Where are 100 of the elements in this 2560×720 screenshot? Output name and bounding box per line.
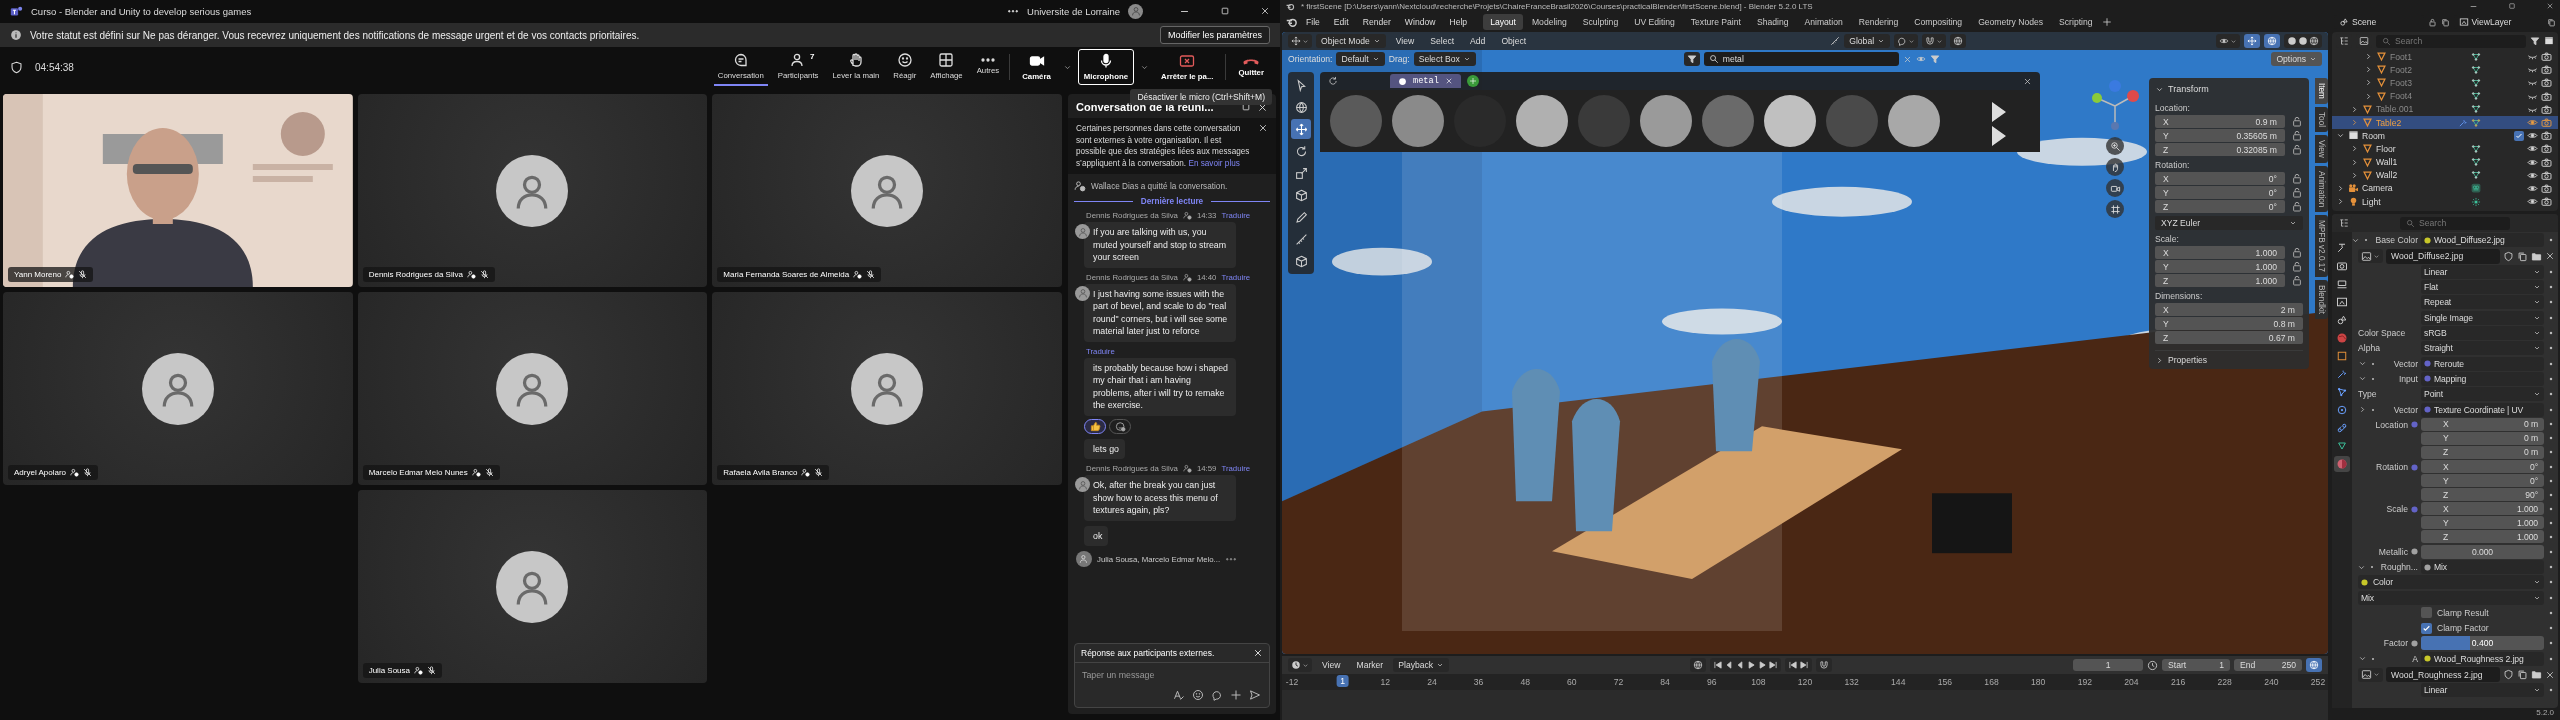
menu-item[interactable]: Help xyxy=(1443,15,1474,29)
slider[interactable]: 0.400 xyxy=(2421,636,2544,651)
message-bubble: I just having some issues with the part of bevel, and scale to do "real round" corners, but i will see some material later just to reforce xyxy=(1084,283,1236,342)
outliner-row[interactable]: Wall2 xyxy=(2332,168,2558,182)
outliner-row[interactable]: Room xyxy=(2332,129,2558,143)
socket-link-field[interactable]: Wood_Diffuse2.jpg xyxy=(2421,233,2544,248)
frame-number: 132 xyxy=(1844,677,1859,687)
learn-more-link[interactable]: En savoir plus xyxy=(1188,158,1240,168)
dropdown[interactable]: Point xyxy=(2421,387,2544,402)
socket-link-field[interactable]: Texture Coordinate | UV xyxy=(2421,402,2544,417)
workspace-tab[interactable]: Sculpting xyxy=(1575,14,1626,30)
outliner-row[interactable]: Foot2 xyxy=(2332,63,2558,77)
socket-link-field[interactable]: Mapping xyxy=(2421,371,2544,386)
socket-label: Vector xyxy=(2393,358,2418,369)
field-label: Metallic xyxy=(2378,546,2408,557)
participant-count: 7 xyxy=(810,51,815,61)
reply-notice: Réponse aux participants externes. xyxy=(1081,648,1215,658)
settings-button[interactable]: Modifier les paramètres xyxy=(1159,26,1270,44)
workspace-tab[interactable]: Rendering xyxy=(1851,14,1906,30)
frame-number: 120 xyxy=(1797,677,1813,687)
playhead[interactable]: 1 xyxy=(1336,675,1349,687)
workspace-tab[interactable]: Modeling xyxy=(1524,14,1574,30)
frame-number: 240 xyxy=(2264,677,2279,687)
version-label: 5.2.0 xyxy=(2535,708,2555,719)
workspace-tab[interactable]: Animation xyxy=(1797,14,1850,30)
outliner-row[interactable]: Camera xyxy=(2332,181,2558,196)
dropdown[interactable]: Mix xyxy=(2358,590,2544,605)
number-field[interactable]: Y 1.000 xyxy=(2421,516,2544,530)
number-field[interactable]: 0.000 xyxy=(2421,544,2544,559)
outliner-row[interactable]: Light xyxy=(2332,195,2558,209)
outliner-row[interactable]: Foot3 xyxy=(2332,76,2558,90)
workspace-tab[interactable]: UV Editing xyxy=(1627,14,1682,30)
search-field[interactable]: Search xyxy=(2400,216,2510,230)
menu-item[interactable]: File xyxy=(1300,15,1326,29)
playback-dropdown[interactable]: Playback xyxy=(1393,658,1450,672)
dropdown[interactable]: Linear xyxy=(2421,264,2544,279)
participant-name: Julia Sousa xyxy=(368,666,410,675)
menu-item[interactable]: Render xyxy=(1356,15,1397,29)
dropdown[interactable]: Color xyxy=(2358,575,2544,590)
socket-link-field[interactable]: Reroute xyxy=(2421,356,2544,371)
object-name: Room xyxy=(2362,130,2386,141)
workspace-tab[interactable]: Shading xyxy=(1749,14,1796,30)
number-field[interactable]: X 0 m xyxy=(2421,417,2544,431)
workspace-tab[interactable]: Texture Paint xyxy=(1683,14,1748,30)
object-name: Table2 xyxy=(2376,117,2403,128)
dropdown[interactable]: Single Image xyxy=(2421,310,2544,325)
dropdown[interactable]: Straight xyxy=(2421,341,2544,356)
outliner-row[interactable]: Table2 xyxy=(2332,115,2558,130)
menu-item[interactable]: View xyxy=(1316,658,1347,672)
number-field[interactable]: X 0° xyxy=(2421,460,2544,474)
dropdown[interactable]: Linear xyxy=(2421,683,2544,698)
field-label: Scale xyxy=(2386,504,2408,515)
image-name-field[interactable]: Wood_Diffuse2.jpg xyxy=(2386,248,2500,264)
compose-box[interactable]: Réponse aux participants externes. Taper un message xyxy=(1074,643,1270,708)
checkbox-label: Clamp Factor xyxy=(2437,623,2489,634)
last-read-divider: Dernière lecture xyxy=(1074,197,1270,206)
object-name: Foot2 xyxy=(2390,64,2413,75)
socket-label: Roughn... xyxy=(2380,562,2418,572)
image-name-field[interactable]: Wood_Roughness 2.jpg xyxy=(2386,667,2500,683)
workspace-tab[interactable]: Compositing xyxy=(1907,14,1970,30)
menu-item[interactable]: Marker xyxy=(1350,658,1390,672)
menu-item[interactable]: Window xyxy=(1398,15,1442,29)
outliner-row[interactable]: Foot1 xyxy=(2332,50,2558,64)
number-field[interactable]: Y 0 m xyxy=(2421,431,2544,445)
workspace-tab[interactable]: Geometry Nodes xyxy=(1971,14,2051,30)
frame-number: 252 xyxy=(2310,677,2326,687)
end-frame-field[interactable]: End 250 xyxy=(2234,659,2302,671)
start-frame-field[interactable]: Start 1 xyxy=(2162,659,2230,671)
object-name: Foot4 xyxy=(2390,91,2413,102)
workspace-tab[interactable]: Scripting xyxy=(2052,14,2100,30)
outliner-row[interactable]: Wall1 xyxy=(2332,155,2558,169)
object-name: Light xyxy=(2362,196,2382,207)
number-field[interactable]: Z 90° xyxy=(2421,488,2544,502)
outliner-row[interactable]: Foot4 xyxy=(2332,89,2558,103)
frame-number: 204 xyxy=(2124,677,2139,687)
outliner-row[interactable]: Table.001 xyxy=(2332,102,2558,116)
field-label: Location xyxy=(2375,419,2408,430)
menu-item[interactable]: Edit xyxy=(1327,15,1355,29)
frame-number: 60 xyxy=(1567,677,1577,687)
number-field[interactable]: Z 0 m xyxy=(2421,445,2544,459)
socket-link-field[interactable]: Wood_Roughness 2.jpg xyxy=(2421,651,2544,666)
number-field[interactable]: Y 0° xyxy=(2421,474,2544,488)
frame-number: 180 xyxy=(2031,677,2046,687)
participant-name: Marcelo Edmar Melo Nunes xyxy=(368,468,468,477)
socket-link-field[interactable]: Mix xyxy=(2421,560,2544,574)
number-field[interactable]: X 1.000 xyxy=(2421,502,2544,516)
dropdown[interactable]: Flat xyxy=(2421,280,2544,295)
socket-label: Vector xyxy=(2393,404,2418,415)
message-input[interactable]: Taper un message xyxy=(1075,663,1269,686)
workspace-tab[interactable]: Layout xyxy=(1483,14,1523,30)
frame-number: 48 xyxy=(1520,677,1530,687)
frame-number: 192 xyxy=(2077,677,2092,687)
search-field[interactable]: Search xyxy=(2376,34,2526,48)
number-field[interactable]: Z 1.000 xyxy=(2421,530,2544,544)
frame-number: -12 xyxy=(1285,677,1299,687)
current-frame-field[interactable]: 1 xyxy=(2073,659,2143,671)
outliner-row[interactable]: Floor xyxy=(2332,142,2558,156)
dropdown[interactable]: sRGB xyxy=(2421,326,2544,341)
dropdown[interactable]: Repeat xyxy=(2421,295,2544,310)
message-bubble: If you are talking with us, you muted yourself and stop to stream your screen xyxy=(1084,222,1236,268)
